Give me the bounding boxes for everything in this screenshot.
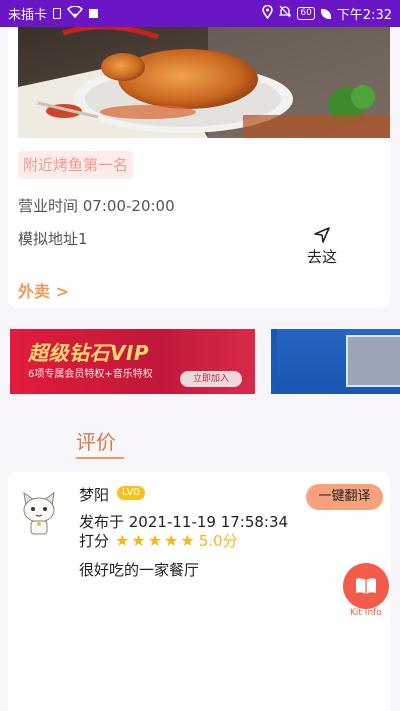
rating-label: 打分 bbox=[79, 532, 110, 550]
notification-icon bbox=[89, 9, 99, 18]
avatar bbox=[20, 490, 58, 536]
kit-info-label: Kit Info bbox=[350, 608, 382, 618]
vip-join-button[interactable]: 立即加入 bbox=[180, 371, 242, 387]
business-hours: 营业时间 07:00-20:00 bbox=[18, 197, 175, 215]
section-underline bbox=[76, 457, 124, 459]
kit-info-button[interactable] bbox=[343, 563, 389, 609]
rating-stars: ★ ★ ★ ★ ★ bbox=[115, 530, 195, 550]
shop-photo bbox=[18, 27, 390, 138]
clock-time: 下午2:32 bbox=[336, 8, 392, 23]
secondary-banner[interactable] bbox=[271, 329, 400, 394]
translate-button[interactable]: 一键翻译 bbox=[306, 484, 383, 510]
shop-card: 附近烤鱼第一名 营业时间 07:00-20:00 模拟地址1 去这 外卖 > bbox=[8, 10, 390, 308]
leaf-icon bbox=[320, 8, 331, 19]
book-icon bbox=[356, 578, 376, 594]
star-icon: ★ bbox=[131, 530, 146, 550]
sim-icon bbox=[53, 8, 62, 19]
wifi-icon bbox=[66, 4, 84, 22]
star-icon: ★ bbox=[180, 530, 195, 550]
location-icon bbox=[262, 4, 274, 23]
star-icon: ★ bbox=[115, 530, 130, 550]
review-rating: 打分 ★ ★ ★ ★ ★ 5.0分 bbox=[79, 530, 238, 551]
review-posted-time: 发布于 2021-11-19 17:58:34 bbox=[79, 513, 289, 531]
rank-badge: 附近烤鱼第一名 bbox=[18, 151, 134, 179]
battery-icon: 60 bbox=[297, 7, 315, 20]
delivery-link[interactable]: 外卖 > bbox=[18, 278, 69, 302]
rating-score: 5.0分 bbox=[198, 532, 238, 550]
review-card: 梦阳 LV0 一键翻译 发布于 2021-11-19 17:58:34 打分 ★… bbox=[8, 472, 390, 711]
star-icon: ★ bbox=[147, 530, 163, 550]
navigate-label: 去这 bbox=[306, 248, 337, 266]
review-username: 梦阳 bbox=[79, 486, 110, 504]
vip-title: 超级钻石VIP bbox=[28, 341, 150, 365]
status-bar: 未插卡 60 下午2:32 bbox=[0, 0, 400, 27]
level-badge: LV0 bbox=[117, 486, 145, 500]
mute-icon bbox=[278, 5, 292, 22]
navigation-arrow-icon bbox=[314, 227, 330, 243]
vip-subtitle: 6项专属会员特权+音乐特权 bbox=[28, 369, 153, 380]
carrier-label: 未插卡 bbox=[8, 8, 48, 23]
review-comment: 很好吃的一家餐厅 bbox=[79, 561, 200, 579]
vip-banner[interactable]: 超级钻石VIP 6项专属会员特权+音乐特权 立即加入 bbox=[10, 329, 255, 394]
banner-screen-image bbox=[346, 335, 400, 387]
reviews-section-title: 评价 bbox=[76, 430, 116, 454]
star-icon: ★ bbox=[164, 530, 179, 550]
navigate-button[interactable]: 去这 bbox=[300, 225, 344, 267]
shop-address: 模拟地址1 bbox=[18, 230, 88, 248]
